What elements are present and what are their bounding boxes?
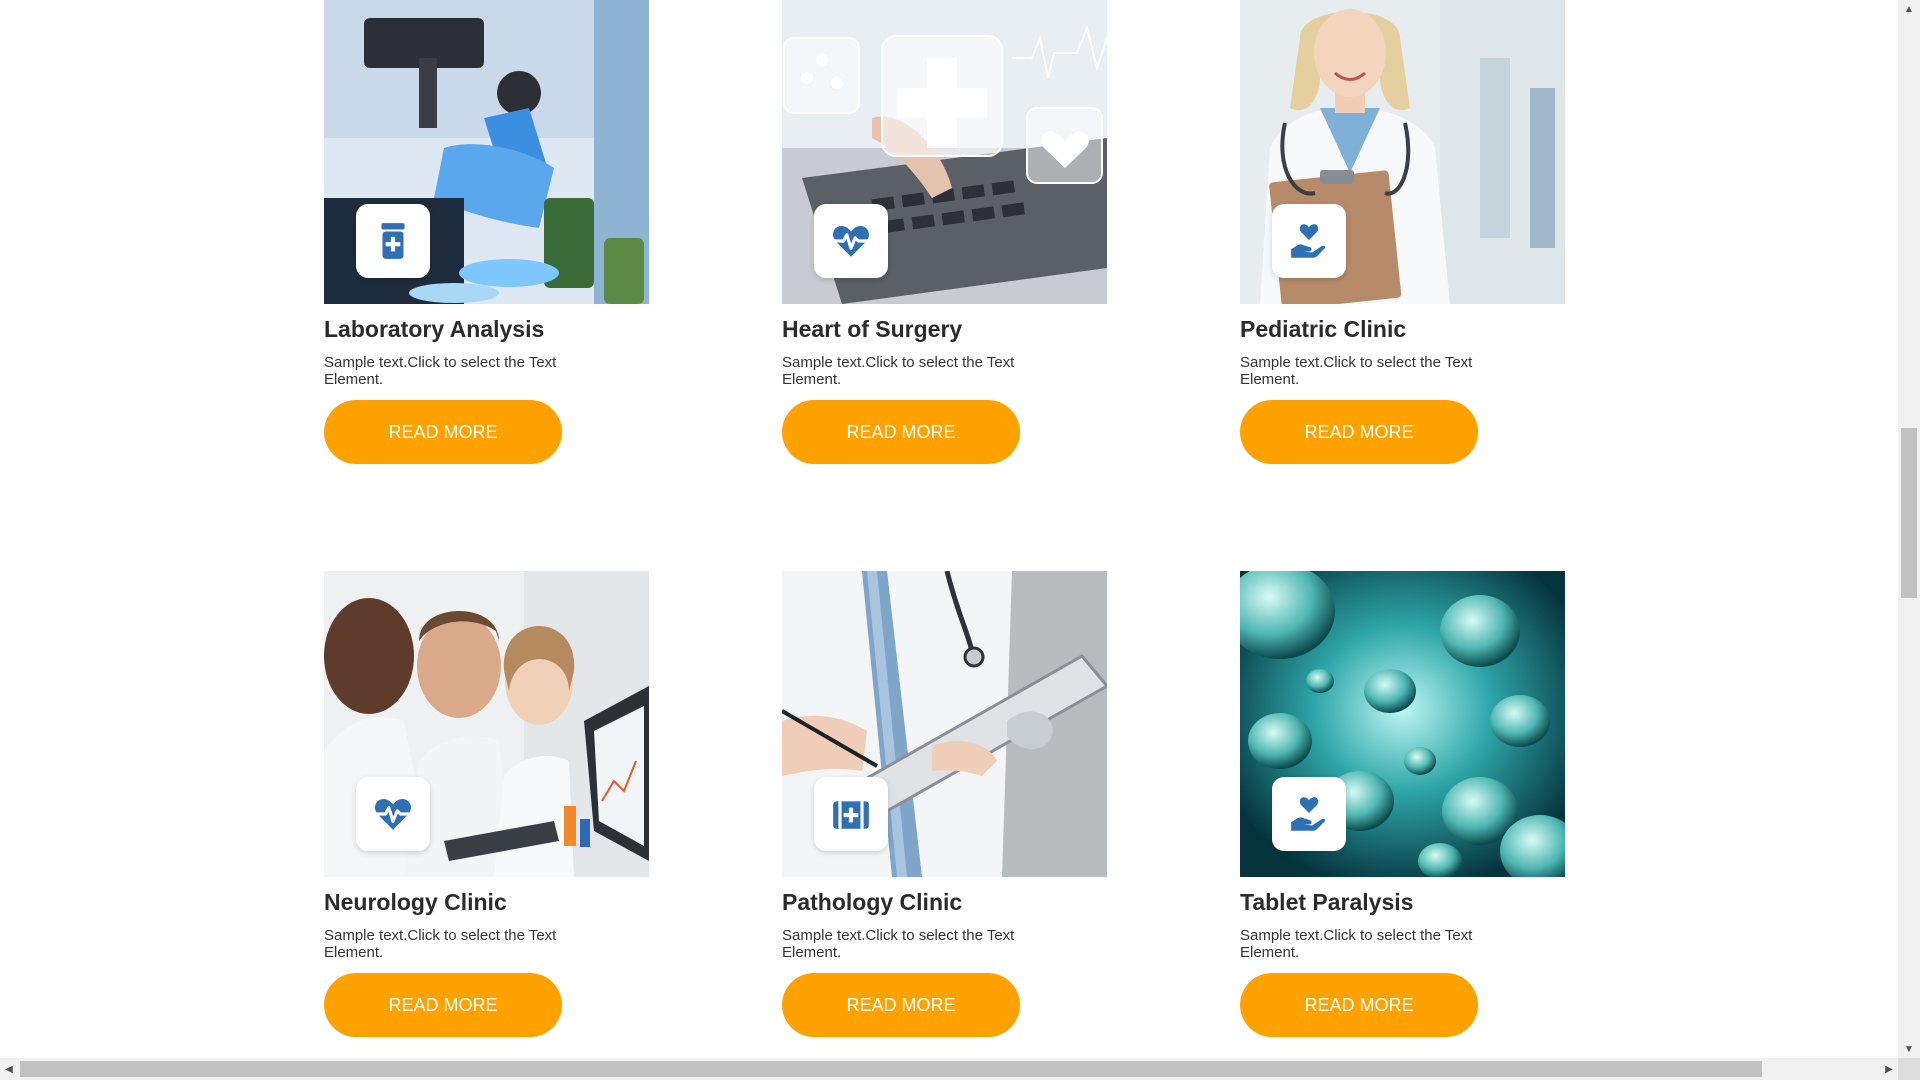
heart-pulse-icon [830, 220, 872, 262]
card-title: Tablet Paralysis [1240, 889, 1414, 915]
service-card-tablet-paralysis: Tablet Paralysis Sample text.Click to se… [1240, 571, 1565, 1037]
card-title: Pediatric Clinic [1240, 316, 1407, 342]
card-title: Laboratory Analysis [324, 316, 545, 342]
card-text[interactable]: Sample text.Click to select the Text Ele… [324, 927, 586, 961]
read-more-button[interactable]: READ MORE [782, 400, 1020, 464]
hand-holding-heart-icon [1288, 220, 1330, 262]
card-image [782, 571, 1107, 877]
read-more-button[interactable]: READ MORE [1240, 973, 1478, 1037]
card-image [324, 571, 649, 877]
read-more-button[interactable]: READ MORE [324, 973, 562, 1037]
scroll-left-icon[interactable]: ◀ [0, 1058, 18, 1080]
scroll-right-icon[interactable]: ▶ [1880, 1058, 1898, 1080]
icon-badge [814, 777, 888, 851]
service-card-pathology-clinic: Pathology Clinic Sample text.Click to se… [782, 571, 1107, 1037]
icon-badge [814, 204, 888, 278]
card-title: Heart of Surgery [782, 316, 963, 342]
scrollbar-corner [1898, 1058, 1920, 1080]
card-image [1240, 0, 1565, 304]
service-card-laboratory-analysis: Laboratory Analysis Sample text.Click to… [324, 0, 649, 464]
card-text[interactable]: Sample text.Click to select the Text Ele… [782, 927, 1044, 961]
service-card-pediatric-clinic: Pediatric Clinic Sample text.Click to se… [1240, 0, 1565, 464]
horizontal-scroll-thumb[interactable] [20, 1061, 1762, 1077]
card-text[interactable]: Sample text.Click to select the Text Ele… [1240, 927, 1502, 961]
card-image [782, 0, 1107, 304]
service-card-heart-of-surgery: Heart of Surgery Sample text.Click to se… [782, 0, 1107, 464]
medicine-bottle-icon [372, 220, 414, 262]
vertical-scrollbar[interactable]: ▲ ▼ [1898, 0, 1920, 1058]
card-title: Pathology Clinic [782, 889, 963, 915]
card-image [324, 0, 649, 304]
vertical-scroll-thumb[interactable] [1901, 428, 1917, 598]
horizontal-scrollbar[interactable]: ◀ ▶ [0, 1058, 1898, 1080]
card-text[interactable]: Sample text.Click to select the Text Ele… [1240, 354, 1502, 388]
icon-badge [356, 204, 430, 278]
read-more-button[interactable]: READ MORE [324, 400, 562, 464]
scroll-down-icon[interactable]: ▼ [1898, 1040, 1920, 1058]
icon-badge [1272, 204, 1346, 278]
card-text[interactable]: Sample text.Click to select the Text Ele… [782, 354, 1044, 388]
page-viewport: Laboratory Analysis Sample text.Click to… [0, 0, 1898, 1058]
read-more-button[interactable]: READ MORE [1240, 400, 1478, 464]
card-text[interactable]: Sample text.Click to select the Text Ele… [324, 354, 586, 388]
heart-pulse-icon [372, 793, 414, 835]
scroll-up-icon[interactable]: ▲ [1898, 0, 1920, 18]
service-card-neurology-clinic: Neurology Clinic Sample text.Click to se… [324, 571, 649, 1037]
card-title: Neurology Clinic [324, 889, 507, 915]
icon-badge [1272, 777, 1346, 851]
read-more-button[interactable]: READ MORE [782, 973, 1020, 1037]
icon-badge [356, 777, 430, 851]
card-image [1240, 571, 1565, 877]
hand-holding-heart-icon [1288, 793, 1330, 835]
medical-kit-icon [830, 793, 872, 835]
